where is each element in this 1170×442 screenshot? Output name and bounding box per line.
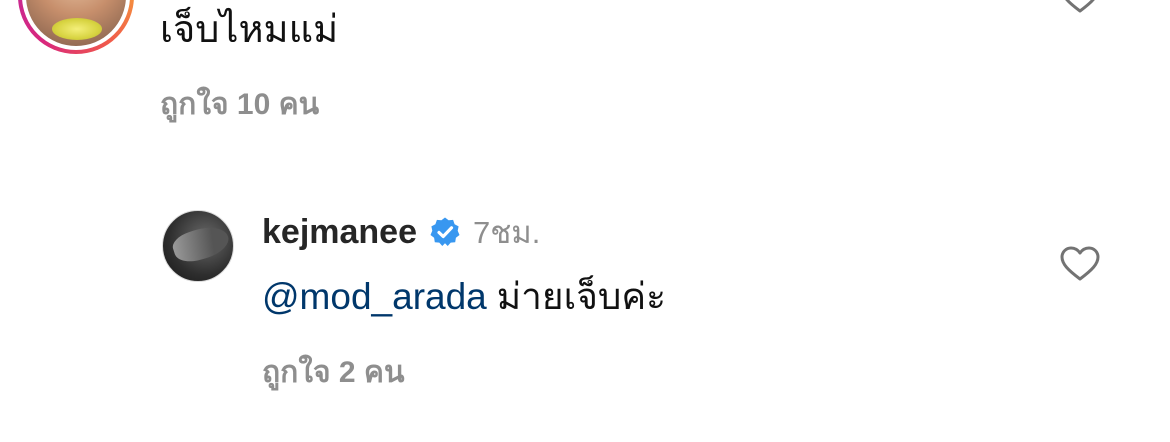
- comment-text: เจ็บไหมแม่: [160, 9, 339, 51]
- reply-text: ม่ายเจ็บค่ะ: [496, 276, 667, 317]
- heart-outline-icon[interactable]: [1060, 0, 1100, 14]
- reply-likes-count[interactable]: ถูกใจ 2 คน: [262, 349, 405, 396]
- reply-avatar[interactable]: [162, 210, 234, 282]
- reply-username[interactable]: kejmanee: [262, 213, 417, 252]
- comment-likes-count[interactable]: ถูกใจ 10 คน: [160, 81, 319, 128]
- commenter-avatar-ring[interactable]: [18, 0, 134, 54]
- reply-timestamp: 7ชม.: [473, 215, 541, 250]
- heart-outline-icon[interactable]: [1060, 246, 1100, 282]
- mention-link[interactable]: @mod_arada: [262, 276, 487, 317]
- avatar-photo-detail: [169, 221, 233, 267]
- verified-badge-icon: [430, 217, 460, 246]
- reply-header: kejmanee 7ชม.: [262, 208, 540, 256]
- avatar-photo-detail: [52, 18, 102, 40]
- commenter-avatar[interactable]: [26, 0, 126, 46]
- reply-body: @mod_arada ม่ายเจ็บค่ะ: [262, 274, 666, 320]
